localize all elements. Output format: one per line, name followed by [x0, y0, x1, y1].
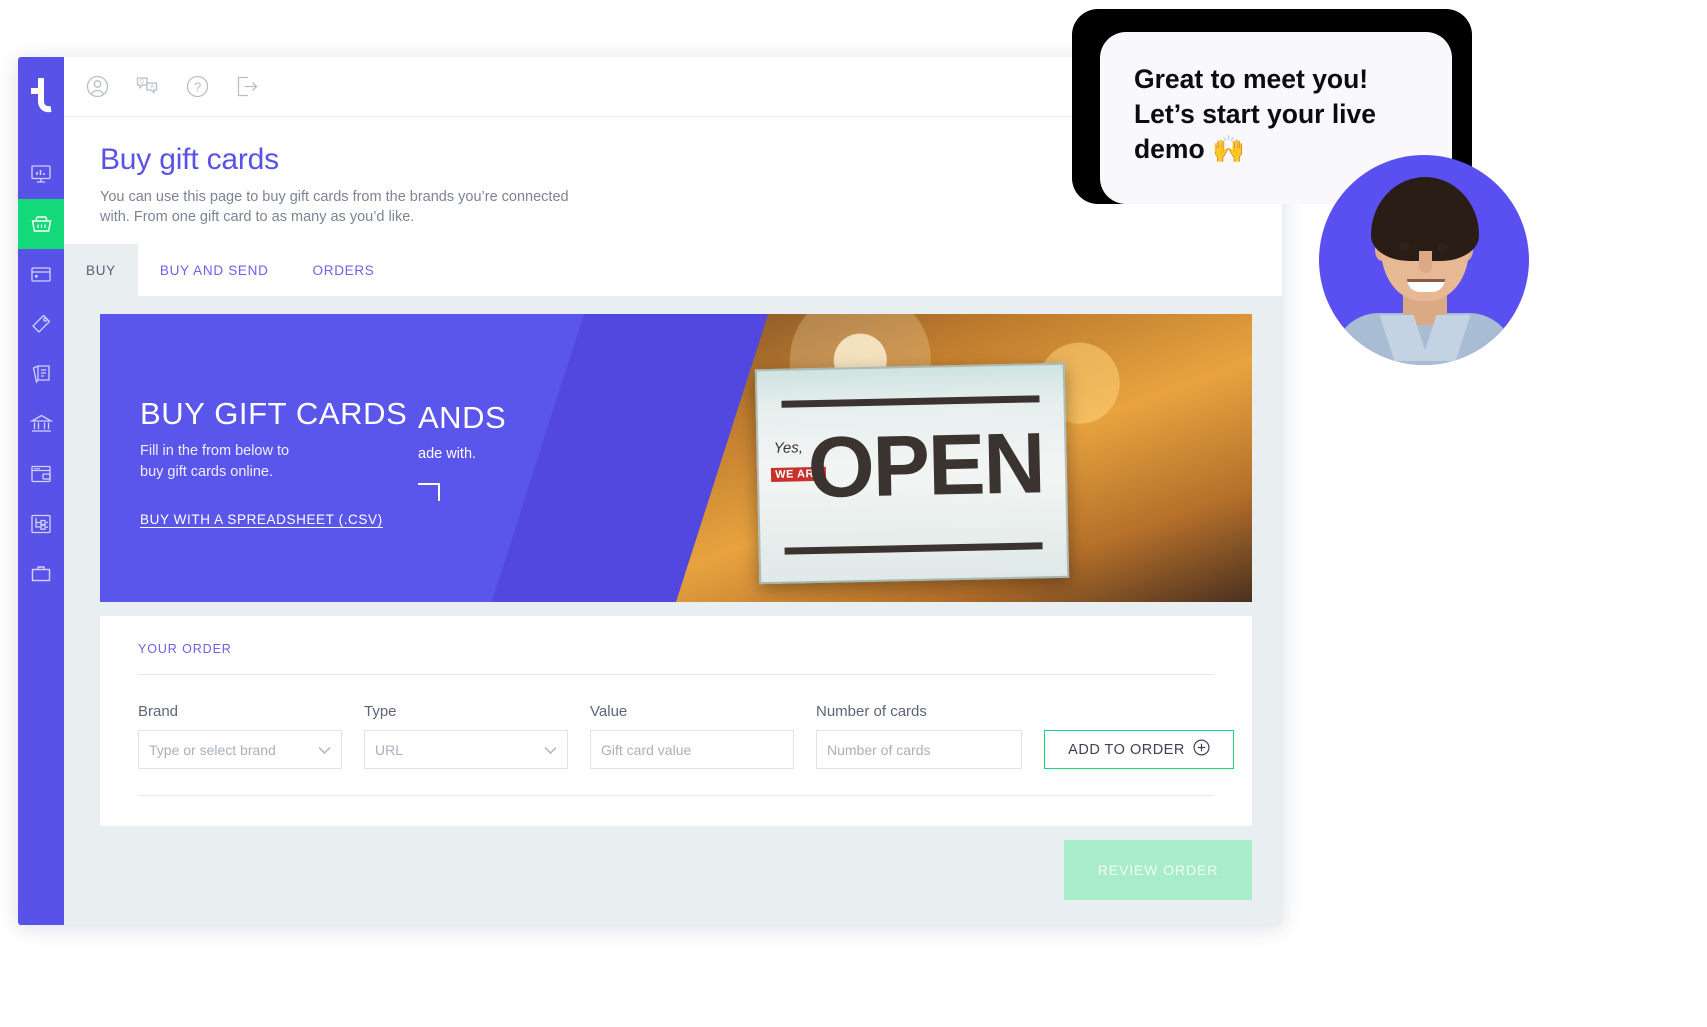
hero-subtitle: Fill in the from below to buy gift cards… [140, 441, 407, 482]
chat-message: Great to meet you! Let’s start your live… [1134, 64, 1377, 164]
brand-placeholder: Type or select brand [149, 741, 276, 758]
shopping-basket-icon [30, 213, 53, 235]
chevron-down-icon [544, 742, 557, 758]
field-brand: Brand Type or select brand [138, 703, 342, 769]
tab-orders[interactable]: ORDERS [291, 244, 397, 296]
field-type: Type URL [364, 703, 568, 769]
sidebar-item-finance[interactable] [18, 399, 64, 449]
hero-subtitle-line1: Fill in the from below to [140, 443, 290, 459]
dashboard-monitor-icon [30, 163, 52, 185]
sign-open-text: OPEN [806, 414, 1045, 516]
hero-subtitle-line2: buy gift cards online. [140, 463, 273, 480]
hero-previous-text: ANDS ade with. [418, 400, 506, 501]
sidebar-item-offers[interactable] [18, 299, 64, 349]
avatar-hair [1371, 177, 1479, 261]
user-account-icon[interactable] [82, 72, 112, 102]
tab-buy[interactable]: BUY [64, 244, 138, 296]
open-sign: Yes, WE ARE OPEN [754, 362, 1069, 585]
field-label-number-of-cards: Number of cards [816, 703, 927, 720]
svg-text:A: A [150, 84, 154, 90]
svg-text:?: ? [194, 80, 201, 95]
help-question-icon[interactable]: ? [182, 72, 212, 102]
tab-buy-and-send[interactable]: BUY AND SEND [138, 244, 291, 296]
type-select[interactable]: URL [364, 730, 568, 769]
hero-title: BUY GIFT CARDS [140, 396, 408, 431]
hero-previous-button-corner [418, 482, 440, 501]
field-label-brand: Brand [138, 703, 179, 720]
documents-icon [30, 363, 52, 385]
sidebar [18, 57, 64, 925]
type-placeholder: URL [375, 741, 404, 758]
sidebar-item-buy-gift-cards[interactable] [18, 199, 64, 249]
buy-with-spreadsheet-link[interactable]: BUY WITH A SPREADSHEET (.CSV) [140, 512, 383, 527]
field-label-value: Value [590, 703, 628, 720]
bank-icon [29, 413, 53, 435]
field-label-type: Type [364, 703, 397, 720]
your-order-title: YOUR ORDER [138, 642, 232, 656]
review-order-button[interactable]: REVIEW ORDER [1064, 840, 1252, 900]
tillo-logo[interactable] [18, 65, 64, 127]
avatar[interactable] [1319, 155, 1529, 365]
sign-yes-text: Yes, [773, 438, 803, 457]
price-tag-icon [30, 313, 52, 335]
field-value: Value Gift card value [590, 703, 794, 769]
avatar-eye-right [1437, 243, 1448, 251]
field-number-of-cards: Number of cards Number of cards [816, 703, 1022, 769]
sidebar-item-dashboard[interactable] [18, 149, 64, 199]
order-form: Brand Type or select brand Type URL Valu… [138, 675, 1234, 795]
hero-previous-subtitle: ade with. [418, 446, 477, 462]
hero-banner: Yes, WE ARE OPEN ANDS ade with. BUY GIFT… [100, 314, 1252, 602]
sidebar-item-integrations[interactable] [18, 499, 64, 549]
hero-current-text: BUY GIFT CARDS Fill in the from below to… [140, 396, 407, 529]
your-order-card: YOUR ORDER Brand Type or select brand Ty… [100, 616, 1252, 826]
screenshot-root: Q A ? Buy gift cards You can use this pa… [0, 0, 1707, 1027]
svg-text:Q: Q [140, 79, 144, 85]
sidebar-item-account[interactable] [18, 549, 64, 599]
hero-previous-title: ANDS [418, 400, 507, 435]
divider-bottom [138, 795, 1214, 796]
brand-select[interactable]: Type or select brand [138, 730, 342, 769]
review-bar: REVIEW ORDER [100, 840, 1252, 900]
briefcase-icon [30, 563, 52, 585]
chevron-down-icon [318, 742, 331, 758]
sitemap-icon [30, 513, 52, 535]
tabs: BUY BUY AND SEND ORDERS [64, 244, 1282, 296]
plus-circle-icon [1193, 739, 1210, 760]
number-of-cards-input[interactable]: Number of cards [816, 730, 1022, 769]
sidebar-item-reports[interactable] [18, 349, 64, 399]
page-subtitle: You can use this page to buy gift cards … [100, 189, 569, 225]
number-of-cards-placeholder: Number of cards [827, 741, 931, 758]
avatar-eye-left [1399, 243, 1410, 251]
value-input[interactable]: Gift card value [590, 730, 794, 769]
card-icon [30, 263, 52, 285]
translate-chat-icon[interactable]: Q A [132, 72, 162, 102]
logout-icon[interactable] [232, 72, 262, 102]
content-area: Yes, WE ARE OPEN ANDS ade with. BUY GIFT… [64, 296, 1282, 925]
sidebar-item-storefront[interactable] [18, 449, 64, 499]
sidebar-item-cards[interactable] [18, 249, 64, 299]
value-placeholder: Gift card value [601, 741, 692, 758]
avatar-nose [1419, 251, 1432, 273]
sidebar-nav [18, 149, 64, 599]
add-to-order-button[interactable]: ADD TO ORDER [1044, 730, 1234, 769]
add-to-order-label: ADD TO ORDER [1068, 741, 1185, 758]
browser-window-icon [30, 463, 52, 485]
